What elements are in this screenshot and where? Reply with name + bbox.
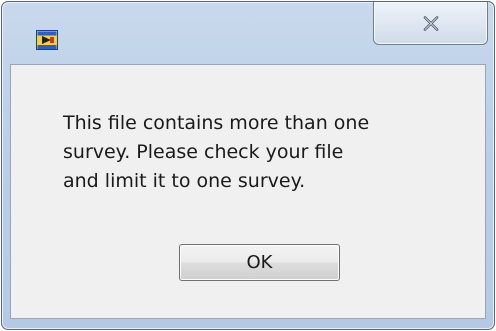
app-icon bbox=[36, 30, 58, 50]
window-bottom-edge bbox=[2, 317, 494, 329]
close-icon bbox=[423, 15, 438, 31]
dialog-window: This file contains more than one survey.… bbox=[1, 1, 495, 330]
dialog-content: This file contains more than one survey.… bbox=[10, 64, 486, 319]
ok-button[interactable]: OK bbox=[179, 244, 340, 281]
dialog-message: This file contains more than one survey.… bbox=[63, 112, 370, 192]
title-bar[interactable] bbox=[2, 2, 494, 62]
close-button[interactable] bbox=[373, 2, 488, 45]
